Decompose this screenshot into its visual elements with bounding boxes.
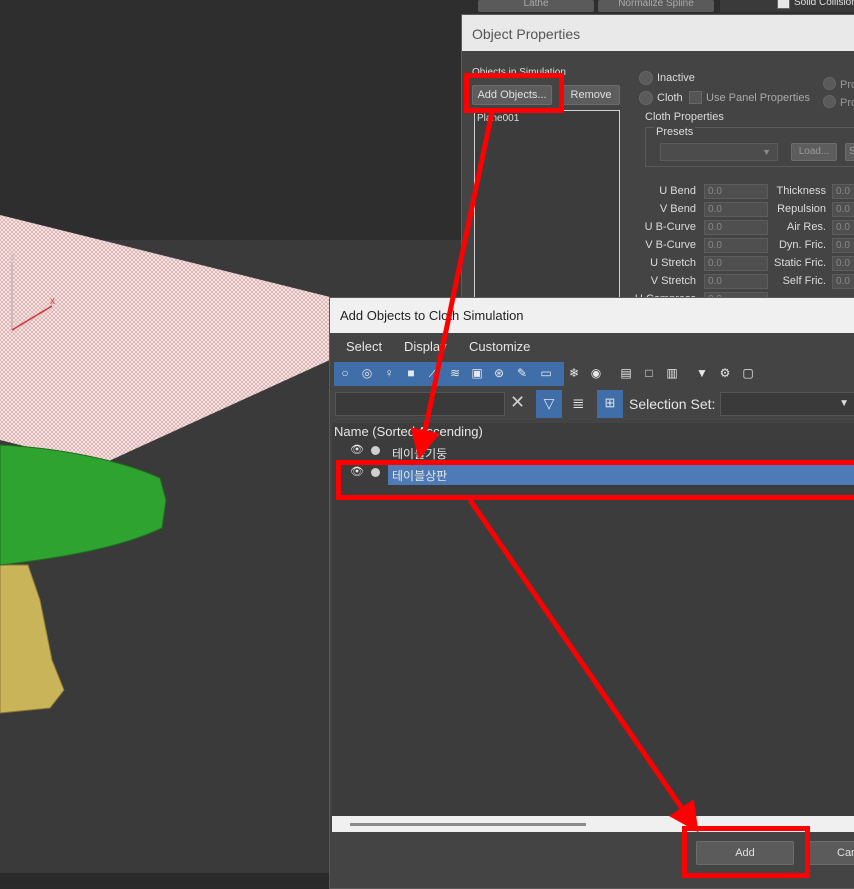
param-label: U B-Curve: [644, 221, 696, 233]
axis-z-label: z: [10, 252, 15, 263]
inactive-radio[interactable]: [639, 71, 653, 85]
container-filter-icon[interactable]: ▭: [537, 364, 555, 382]
add-objects-title: Add Objects to Cloth Simulation: [330, 298, 854, 333]
xref-filter-icon[interactable]: ⊛: [490, 364, 508, 382]
param-spinner[interactable]: 0.0: [832, 256, 854, 271]
filter-settings-icon[interactable]: ⚙: [716, 364, 734, 382]
param-spinner[interactable]: 0.0: [832, 220, 854, 235]
frozen-filter-icon[interactable]: ❄: [565, 364, 583, 382]
filter-icon[interactable]: ▼: [693, 364, 711, 382]
param-spinner[interactable]: 0.0: [704, 274, 768, 289]
add-objects-dialog: Add Objects to Cloth Simulation Select D…: [329, 297, 854, 889]
param-spinner[interactable]: 0.0: [704, 184, 768, 199]
light-filter-icon[interactable]: ♀: [380, 364, 398, 382]
presets-dropdown[interactable]: ▼: [660, 143, 778, 161]
param-label: V B-Curve: [645, 239, 696, 251]
menu-select[interactable]: Select: [346, 339, 382, 354]
container-icon[interactable]: ▢: [739, 364, 757, 382]
param-label: Dyn. Fric.: [778, 239, 826, 251]
inactive-label: Inactive: [657, 72, 695, 84]
param-spinner[interactable]: 0.0: [704, 238, 768, 253]
clear-search-icon[interactable]: ✕: [510, 392, 525, 413]
param-spinner[interactable]: 0.0: [832, 202, 854, 217]
solid-collision-checkbox[interactable]: [777, 0, 790, 9]
pro-radio-1[interactable]: [823, 77, 836, 90]
shape-filter-icon[interactable]: ◎: [358, 364, 376, 382]
param-label: U Stretch: [650, 257, 696, 269]
pro-label-2: Pro: [840, 97, 854, 109]
presets-label: Presets: [654, 126, 696, 138]
list-item[interactable]: Plane001: [475, 111, 619, 126]
param-label: V Bend: [659, 203, 696, 215]
normalize-spline-button[interactable]: Normalize Spline: [598, 0, 714, 12]
param-label: Repulsion: [777, 203, 826, 215]
search-input[interactable]: [335, 392, 505, 416]
group-filter-icon[interactable]: ▣: [468, 364, 486, 382]
cloth-properties-label: Cloth Properties: [645, 111, 724, 123]
use-panel-properties-checkbox[interactable]: [689, 91, 702, 104]
cancel-button[interactable]: Cancel: [806, 841, 854, 865]
helper-filter-icon[interactable]: ✎: [513, 364, 531, 382]
cloth-label: Cloth: [657, 92, 683, 104]
pro-label-1: Pro: [840, 79, 854, 91]
select-invert-icon[interactable]: ▥: [663, 364, 681, 382]
param-label: Static Fric.: [774, 257, 826, 269]
bone-filter-icon[interactable]: ⟋: [424, 364, 442, 382]
param-spinner[interactable]: 0.0: [832, 274, 854, 289]
remove-button[interactable]: Remove: [562, 85, 620, 105]
object-properties-title: Object Properties: [462, 15, 854, 51]
param-spinner[interactable]: 0.0: [704, 220, 768, 235]
cloth-radio[interactable]: [639, 91, 653, 105]
hidden-filter-icon[interactable]: ◉: [587, 364, 605, 382]
use-panel-properties-label: Use Panel Properties: [706, 92, 810, 104]
param-label: Air Res.: [786, 221, 826, 233]
spacewarp-filter-icon[interactable]: ≋: [446, 364, 464, 382]
solid-collision-label: Solid Collision: [794, 0, 854, 8]
presets-group: Presets ▼ Load... Sa: [645, 126, 854, 167]
column-header-name[interactable]: Name (Sorted Ascending): [332, 423, 854, 441]
param-label: Thickness: [776, 185, 826, 197]
param-spinner[interactable]: 0.0: [704, 256, 768, 271]
object-properties-dialog: Object Properties Objects in Simulation …: [461, 14, 854, 307]
param-label: Self Fric.: [782, 275, 826, 287]
highlight-selected-row: [336, 460, 854, 500]
object-dot-icon: [371, 446, 380, 455]
simulation-object-list[interactable]: Plane001: [474, 110, 620, 305]
filter-toggle-icon[interactable]: ▽: [536, 390, 562, 418]
hierarchy-icon[interactable]: ⊞: [597, 390, 623, 418]
save-button[interactable]: Sa: [845, 143, 854, 161]
param-label: V Stretch: [650, 275, 696, 287]
select-none-icon[interactable]: □: [640, 364, 658, 382]
pro-radio-2[interactable]: [823, 95, 836, 108]
menu-display[interactable]: Display: [404, 339, 447, 354]
scrollbar-thumb[interactable]: [350, 823, 586, 826]
param-label: U Bend: [659, 185, 696, 197]
highlight-add-button: [682, 826, 810, 878]
highlight-add-objects: [464, 73, 564, 113]
table-top: [0, 444, 167, 566]
solid-collision-area: Solid Collision: [720, 0, 854, 12]
lathe-button[interactable]: Lathe: [478, 0, 594, 12]
table-leg: [0, 564, 65, 714]
selection-set-dropdown[interactable]: ▼: [720, 392, 854, 416]
load-button[interactable]: Load...: [791, 143, 837, 161]
param-spinner[interactable]: 0.0: [704, 202, 768, 217]
param-spinner[interactable]: 0.0: [832, 184, 854, 199]
select-all-icon[interactable]: ▤: [617, 364, 635, 382]
axis-x-label: x: [50, 296, 55, 307]
layers-icon[interactable]: ≣: [572, 394, 585, 412]
camera-filter-icon[interactable]: ■: [402, 364, 420, 382]
visibility-eye-icon[interactable]: 👁: [350, 443, 364, 456]
geometry-filter-icon[interactable]: ○: [336, 364, 354, 382]
param-spinner[interactable]: 0.0: [832, 238, 854, 253]
selection-set-label: Selection Set:: [629, 396, 716, 412]
menu-customize[interactable]: Customize: [469, 339, 530, 354]
